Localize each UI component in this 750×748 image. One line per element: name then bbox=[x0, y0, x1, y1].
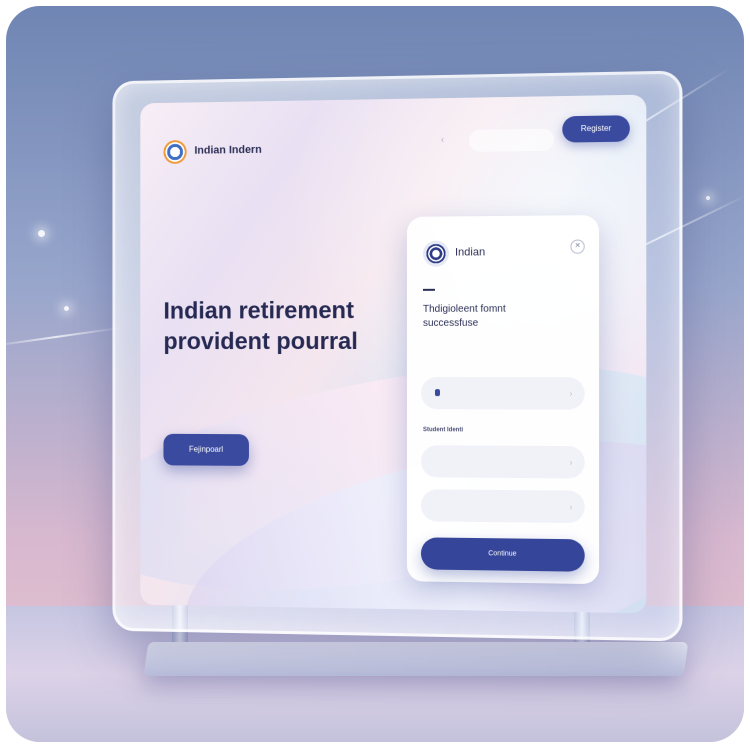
card-title: Thdigioleent fomnt successfuse bbox=[422, 303, 506, 329]
card-brand-name: Indian bbox=[455, 246, 486, 259]
brand-name: Indian Indern bbox=[194, 143, 262, 157]
light-streak bbox=[6, 326, 126, 348]
chevron-right-icon: › bbox=[569, 457, 573, 468]
sparkle bbox=[706, 196, 710, 200]
id-field[interactable]: › bbox=[420, 377, 585, 410]
close-icon[interactable]: ✕ bbox=[570, 239, 585, 254]
title-line: Indian retirement bbox=[163, 297, 354, 325]
register-button[interactable]: Register bbox=[562, 115, 630, 143]
page-title: Indian retirement provident pourral bbox=[163, 295, 399, 357]
stand-base bbox=[143, 642, 689, 676]
glass-display: Indian Indern ‹ Register Indian retireme… bbox=[112, 70, 683, 642]
chakra-emblem-icon bbox=[163, 140, 187, 164]
brand-header[interactable]: Indian Indern bbox=[163, 139, 262, 164]
title-line: provident pourral bbox=[163, 328, 358, 356]
scene-frame: Indian Indern ‹ Register Indian retireme… bbox=[6, 6, 744, 742]
portal-screen: Indian Indern ‹ Register Indian retireme… bbox=[140, 94, 647, 614]
ashoka-chakra-icon bbox=[422, 240, 450, 267]
sparkle bbox=[38, 230, 45, 237]
lock-icon bbox=[434, 389, 440, 397]
hero-cta-button[interactable]: Fejinpoarl bbox=[163, 433, 249, 466]
details-field[interactable]: › bbox=[420, 489, 585, 524]
continue-button[interactable]: Continue bbox=[420, 537, 585, 572]
chevron-right-icon: › bbox=[569, 388, 573, 399]
chevron-right-icon: › bbox=[569, 501, 573, 512]
student-id-field[interactable]: › bbox=[420, 445, 585, 479]
chevron-left-icon[interactable]: ‹ bbox=[441, 134, 444, 144]
brand-tagline bbox=[194, 158, 261, 159]
login-card: Indian ✕ Thdigioleent fomnt successfuse … bbox=[406, 215, 600, 585]
search-input[interactable] bbox=[469, 128, 555, 152]
section-label: Student Identi bbox=[422, 427, 464, 434]
divider bbox=[422, 288, 435, 291]
sparkle bbox=[64, 306, 69, 311]
